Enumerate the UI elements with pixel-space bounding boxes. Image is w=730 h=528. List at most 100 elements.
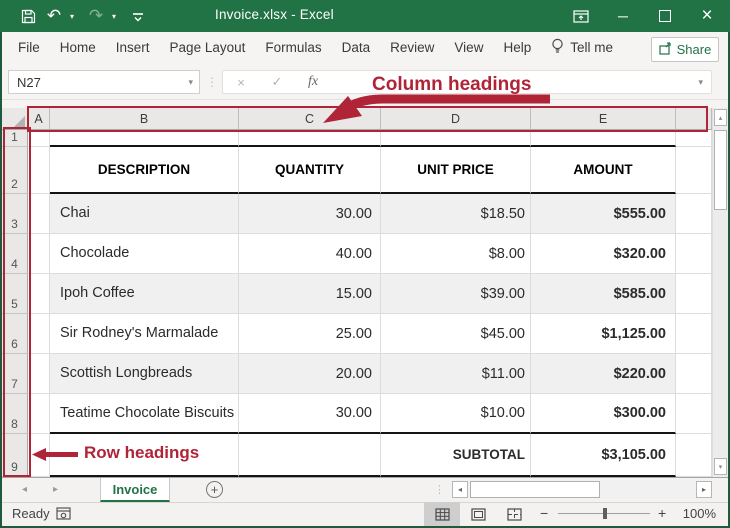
- horizontal-scrollbar-thumb[interactable]: [470, 481, 600, 498]
- cell[interactable]: [676, 194, 712, 234]
- scroll-down-icon[interactable]: ▾: [714, 458, 727, 475]
- cell-amount[interactable]: $320.00: [531, 234, 676, 274]
- cell[interactable]: [381, 130, 531, 147]
- column-header-f[interactable]: [676, 108, 712, 130]
- cell-unit-price[interactable]: $10.00: [381, 394, 531, 434]
- page-break-preview-button[interactable]: [496, 502, 532, 526]
- cell[interactable]: [239, 434, 381, 477]
- tab-page-layout[interactable]: Page Layout: [160, 32, 256, 63]
- zoom-level[interactable]: 100%: [676, 506, 716, 521]
- cell-description[interactable]: Sir Rodney's Marmalade: [50, 314, 239, 354]
- column-header-b[interactable]: B: [50, 108, 239, 130]
- cell[interactable]: [28, 130, 50, 147]
- cell-description[interactable]: Chocolade: [50, 234, 239, 274]
- row-header-2[interactable]: 2: [2, 147, 28, 194]
- cell-unit-price[interactable]: $45.00: [381, 314, 531, 354]
- cell[interactable]: [676, 147, 712, 194]
- macro-record-icon[interactable]: [56, 507, 71, 525]
- tab-insert[interactable]: Insert: [106, 32, 160, 63]
- table-header-unit-price[interactable]: UNIT PRICE: [381, 147, 531, 194]
- add-sheet-button[interactable]: +: [206, 481, 223, 498]
- cell[interactable]: [28, 194, 50, 234]
- cell[interactable]: [28, 394, 50, 434]
- cell-quantity[interactable]: 40.00: [239, 234, 381, 274]
- tab-review[interactable]: Review: [380, 32, 444, 63]
- tell-me-box[interactable]: Tell me: [541, 38, 623, 57]
- vertical-scrollbar-thumb[interactable]: [714, 130, 727, 210]
- select-all-corner[interactable]: [2, 108, 28, 130]
- close-button[interactable]: ×: [686, 0, 728, 32]
- cell-amount[interactable]: $220.00: [531, 354, 676, 394]
- scroll-up-icon[interactable]: ▴: [714, 109, 727, 126]
- cell[interactable]: [28, 147, 50, 194]
- scroll-left-icon[interactable]: ◂: [452, 481, 468, 498]
- row-header-4[interactable]: 4: [2, 234, 28, 274]
- cell-amount[interactable]: $585.00: [531, 274, 676, 314]
- row-header-9[interactable]: 9: [2, 434, 28, 477]
- cell[interactable]: [28, 274, 50, 314]
- zoom-slider-thumb[interactable]: [603, 508, 607, 519]
- undo-dropdown-icon[interactable]: ▾: [70, 12, 80, 21]
- cell-subtotal-value[interactable]: $3,105.00: [531, 434, 676, 477]
- cell-subtotal-label[interactable]: SUBTOTAL: [381, 434, 531, 477]
- cell[interactable]: [676, 354, 712, 394]
- cell-quantity[interactable]: 30.00: [239, 194, 381, 234]
- cell-unit-price[interactable]: $39.00: [381, 274, 531, 314]
- expand-formula-bar-icon[interactable]: ▾: [698, 77, 711, 88]
- insert-function-icon[interactable]: fx: [295, 74, 331, 90]
- normal-view-button[interactable]: [424, 502, 460, 526]
- cell-quantity[interactable]: 15.00: [239, 274, 381, 314]
- enter-icon[interactable]: ✓: [259, 74, 295, 90]
- cancel-icon[interactable]: ×: [223, 75, 259, 90]
- column-header-a[interactable]: A: [28, 108, 50, 130]
- cell-amount[interactable]: $1,125.00: [531, 314, 676, 354]
- cell[interactable]: [28, 354, 50, 394]
- tab-view[interactable]: View: [444, 32, 493, 63]
- undo-icon[interactable]: ↶: [44, 5, 64, 27]
- customize-qat-icon[interactable]: [128, 5, 148, 27]
- ribbon-display-options-icon[interactable]: [560, 0, 602, 32]
- cell-unit-price[interactable]: $8.00: [381, 234, 531, 274]
- zoom-out-icon[interactable]: −: [540, 505, 548, 521]
- cell-amount[interactable]: $300.00: [531, 394, 676, 434]
- share-button[interactable]: Share: [651, 37, 719, 62]
- row-header-1[interactable]: 1: [2, 130, 28, 147]
- cell-quantity[interactable]: 30.00: [239, 394, 381, 434]
- cell[interactable]: [676, 234, 712, 274]
- row-header-6[interactable]: 6: [2, 314, 28, 354]
- cell-description[interactable]: Teatime Chocolate Biscuits: [50, 394, 239, 434]
- prev-sheet-icon[interactable]: ◂: [22, 477, 27, 502]
- cell[interactable]: [50, 130, 239, 147]
- scroll-right-icon[interactable]: ▸: [696, 481, 712, 498]
- cell-quantity[interactable]: 20.00: [239, 354, 381, 394]
- cell-unit-price[interactable]: $11.00: [381, 354, 531, 394]
- cell[interactable]: [28, 234, 50, 274]
- cell-quantity[interactable]: 25.00: [239, 314, 381, 354]
- cell[interactable]: [28, 314, 50, 354]
- save-icon[interactable]: [18, 5, 38, 27]
- row-header-8[interactable]: 8: [2, 394, 28, 434]
- tab-formulas[interactable]: Formulas: [255, 32, 331, 63]
- cell[interactable]: [676, 314, 712, 354]
- tab-data[interactable]: Data: [332, 32, 381, 63]
- cell-description[interactable]: Ipoh Coffee: [50, 274, 239, 314]
- tab-home[interactable]: Home: [50, 32, 106, 63]
- row-header-5[interactable]: 5: [2, 274, 28, 314]
- cell-unit-price[interactable]: $18.50: [381, 194, 531, 234]
- tab-help[interactable]: Help: [493, 32, 541, 63]
- sheet-tab-invoice[interactable]: Invoice: [100, 478, 170, 502]
- cell[interactable]: [676, 274, 712, 314]
- name-box-dropdown-icon[interactable]: ▾: [188, 77, 199, 88]
- cell[interactable]: [531, 130, 676, 147]
- maximize-button[interactable]: [644, 0, 686, 32]
- page-layout-view-button[interactable]: [460, 502, 496, 526]
- minimize-button[interactable]: ─: [602, 0, 644, 32]
- row-header-7[interactable]: 7: [2, 354, 28, 394]
- next-sheet-icon[interactable]: ▸: [53, 477, 58, 502]
- table-header-amount[interactable]: AMOUNT: [531, 147, 676, 194]
- cell[interactable]: [676, 434, 712, 477]
- name-box[interactable]: N27 ▾: [8, 70, 200, 94]
- cell[interactable]: [239, 130, 381, 147]
- table-header-description[interactable]: DESCRIPTION: [50, 147, 239, 194]
- cell-description[interactable]: Chai: [50, 194, 239, 234]
